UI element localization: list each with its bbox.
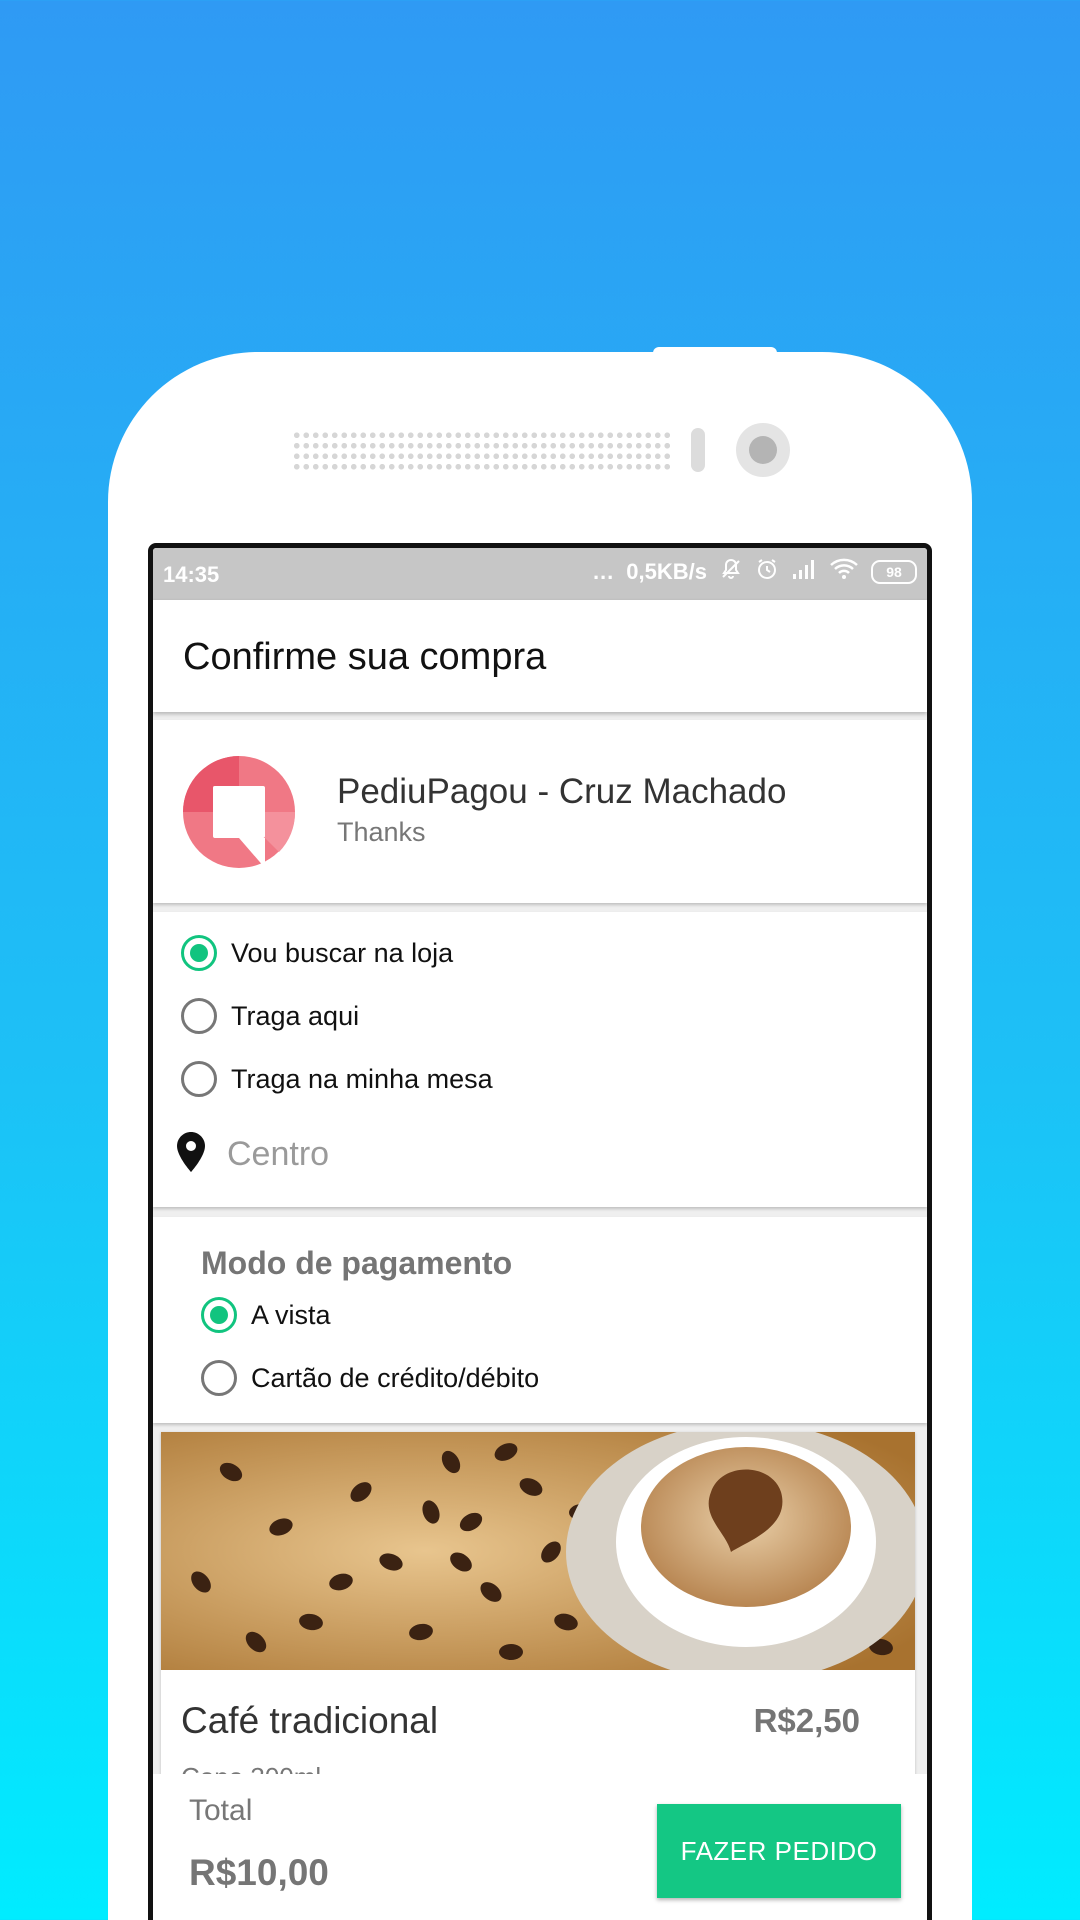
total-value: R$10,00 (189, 1852, 329, 1893)
status-bar: 14:35 ... 0,5KB/s 98 (153, 548, 927, 600)
radio-unchecked-icon[interactable] (181, 998, 217, 1034)
location-field[interactable]: Centro (177, 1132, 329, 1177)
mute-bell-icon (719, 557, 743, 587)
signal-icon (791, 558, 817, 586)
delivery-option-label: Vou buscar na loja (231, 937, 454, 968)
payment-option-label: A vista (251, 1299, 331, 1330)
delivery-option-pickup[interactable]: Vou buscar na loja (181, 935, 453, 971)
status-net-speed: 0,5KB/s (626, 559, 707, 584)
location-input[interactable]: Centro (227, 1135, 329, 1174)
total-label: Total (189, 1794, 253, 1827)
radio-unchecked-icon[interactable] (201, 1360, 237, 1396)
delivery-option-bring-here[interactable]: Traga aqui (181, 998, 359, 1034)
alarm-icon (755, 557, 779, 587)
order-summary-bar: Total R$10,00 FAZER PEDIDO (153, 1774, 927, 1920)
delivery-option-table[interactable]: Traga na minha mesa (181, 1061, 493, 1097)
radio-unchecked-icon[interactable] (181, 1061, 217, 1097)
phone-screen: 14:35 ... 0,5KB/s 98 Confirme sua compra (148, 543, 932, 1920)
place-order-button[interactable]: FAZER PEDIDO (657, 1804, 901, 1898)
phone-camera (736, 423, 790, 477)
page-title: Confirme sua compra (183, 636, 547, 678)
delivery-options-card: Vou buscar na loja Traga aqui Traga na m… (153, 912, 927, 1207)
store-name: PediuPagou - Cruz Machado (337, 772, 787, 811)
coffee-product-image (161, 1432, 915, 1670)
store-logo (183, 756, 295, 868)
product-price: R$2,50 (753, 1702, 860, 1739)
product-name: Café tradicional (181, 1700, 439, 1741)
wifi-icon (829, 558, 859, 586)
payment-card: Modo de pagamento A vista Cartão de créd… (153, 1217, 927, 1423)
store-subtitle: Thanks (337, 817, 426, 847)
payment-option-cash[interactable]: A vista (201, 1297, 331, 1333)
phone-speaker (292, 430, 674, 472)
product-card[interactable]: Café tradicional R$2,50 Copo 300ml (161, 1432, 915, 1792)
status-icons: ... 0,5KB/s 98 (593, 557, 917, 587)
delivery-option-label: Traga aqui (231, 1000, 360, 1031)
payment-option-label: Cartão de crédito/débito (251, 1362, 540, 1393)
map-pin-icon (177, 1132, 205, 1177)
payment-title: Modo de pagamento (201, 1245, 513, 1281)
radio-checked-icon[interactable] (201, 1297, 237, 1333)
payment-option-card[interactable]: Cartão de crédito/débito (201, 1360, 539, 1396)
store-card[interactable]: PediuPagou - Cruz Machado Thanks (153, 720, 927, 903)
status-time: 14:35 (163, 562, 220, 587)
delivery-option-label: Traga na minha mesa (231, 1063, 493, 1094)
app-bar: Confirme sua compra (153, 600, 927, 712)
phone-sensor (691, 428, 705, 472)
status-dots: ... (592, 559, 615, 584)
battery-icon: 98 (871, 560, 917, 584)
radio-checked-icon[interactable] (181, 935, 217, 971)
